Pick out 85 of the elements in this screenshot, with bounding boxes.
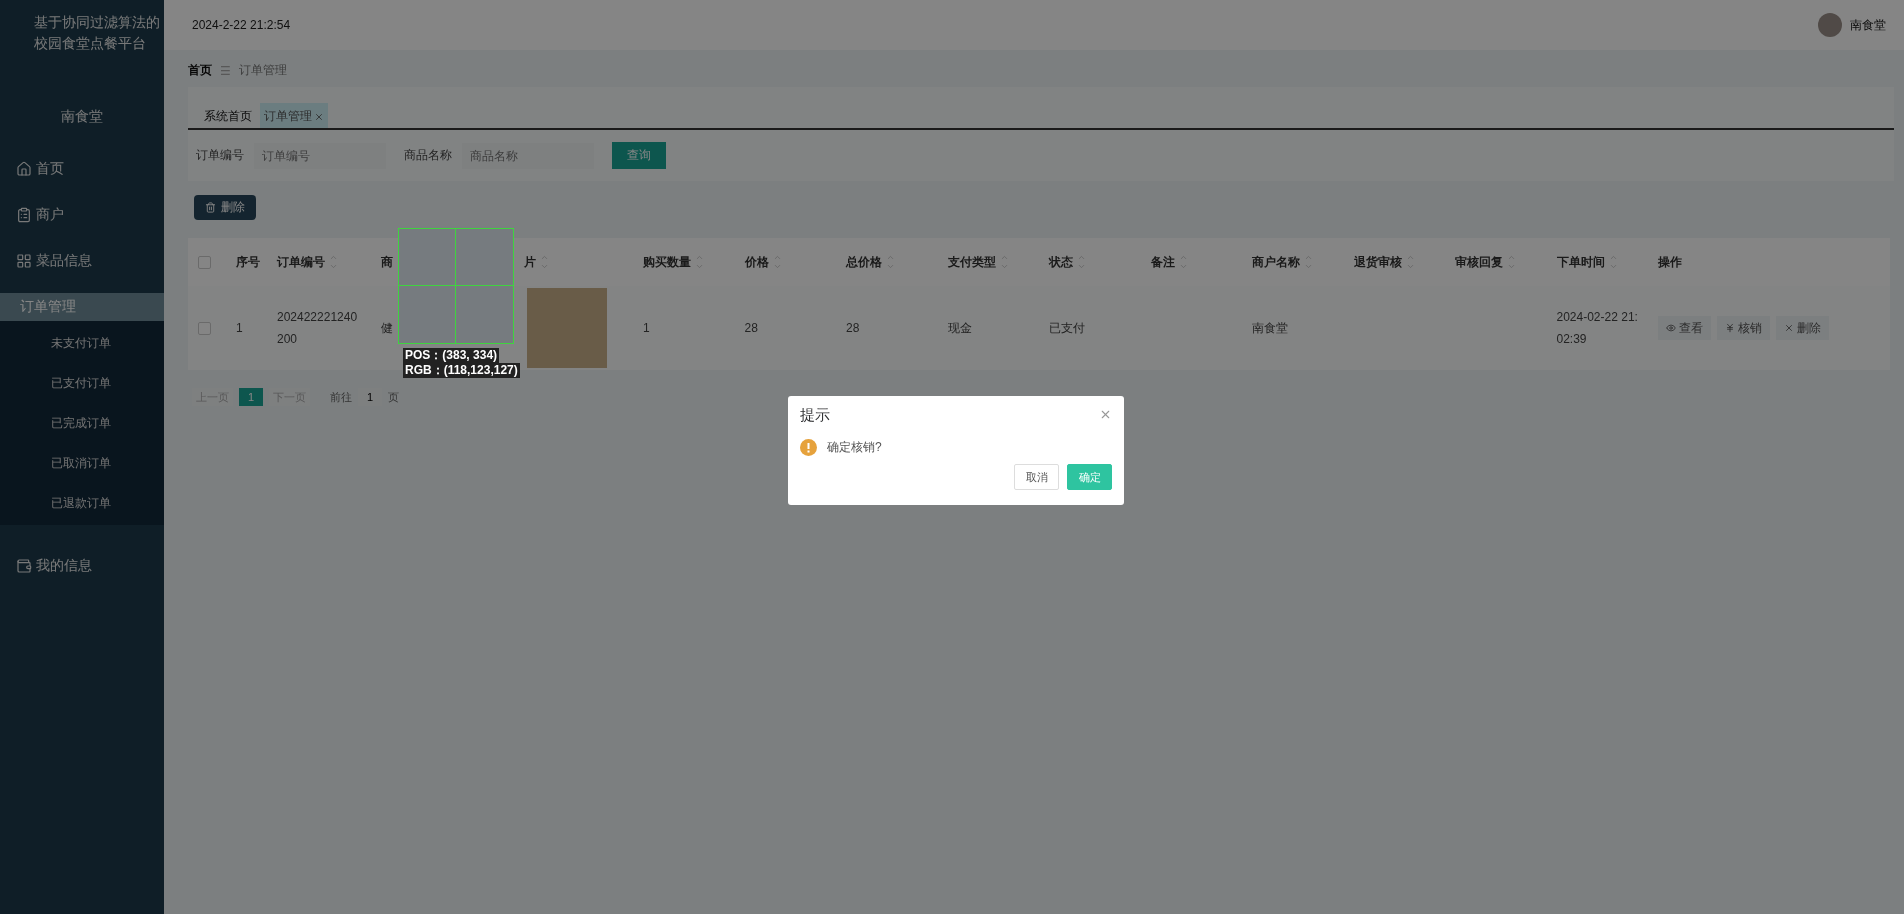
table-cell-text: 健	[381, 320, 393, 337]
page-suffix: 页	[388, 389, 399, 405]
sort-icon[interactable]	[695, 253, 704, 271]
table-cell-text: 现金	[947, 320, 972, 337]
user-name: 南食堂	[1850, 16, 1886, 34]
shop-name: 南食堂	[60, 107, 104, 126]
sort-icon[interactable]	[1405, 253, 1415, 271]
breadcrumb-separator: ☰	[220, 63, 231, 78]
sort-icon[interactable]	[886, 253, 895, 271]
breadcrumb-item[interactable]: 首页	[188, 62, 212, 79]
eye-icon	[1666, 323, 1676, 333]
tab[interactable]: 系统首页	[200, 103, 256, 128]
table-cell-text: 2024-02-22 21:02:39	[1556, 309, 1638, 348]
menu-item[interactable]: 首页	[0, 155, 164, 183]
menu-item[interactable]: 菜品信息	[0, 247, 164, 275]
sort-icon[interactable]	[1608, 253, 1618, 271]
color-readout: RGB：(118,123,127)	[403, 363, 520, 378]
cancel-button[interactable]: 取消	[1014, 464, 1059, 490]
column-header: 备注	[1150, 253, 1175, 271]
action-button[interactable]: 核销	[1717, 316, 1770, 340]
action-button[interactable]: 查看	[1658, 316, 1711, 340]
home-icon	[16, 161, 32, 177]
submenu-item[interactable]: 已完成订单	[0, 403, 164, 443]
column-header: 退货审核	[1353, 253, 1402, 271]
column-header: 商	[381, 253, 393, 271]
column-header: 审核回复	[1455, 253, 1503, 271]
table-cell-text: 28	[846, 320, 860, 337]
dialog-message: 确定核销?	[827, 439, 882, 456]
submenu-item[interactable]: 已退款订单	[0, 483, 164, 523]
table-cell-text: 1	[236, 320, 243, 337]
column-header: 价格	[744, 253, 769, 271]
submenu-item[interactable]: 未支付订单	[0, 323, 164, 363]
checkbox[interactable]	[198, 321, 211, 335]
table-cell-text: 1	[643, 320, 650, 337]
close-icon	[1784, 323, 1794, 333]
date-time: 2024-2-22 21:2:54	[192, 18, 291, 32]
sort-icon[interactable]	[1178, 253, 1188, 271]
trash-icon	[205, 202, 216, 213]
submenu-item[interactable]: 已支付订单	[0, 363, 164, 403]
grid-icon	[16, 253, 32, 269]
column-header: 支付类型	[947, 253, 996, 271]
column-header: 片	[524, 253, 536, 271]
column-header: 订单编号	[277, 253, 325, 271]
position-readout: POS：(383, 334)	[403, 348, 500, 363]
query-button[interactable]: 查询	[612, 142, 666, 169]
submenu-item[interactable]: 已取消订单	[0, 443, 164, 483]
checkbox[interactable]	[198, 255, 211, 269]
wallet-icon	[16, 558, 32, 574]
column-header: 购买数量	[643, 253, 691, 271]
sort-icon[interactable]	[1077, 253, 1086, 271]
column-header: 状态	[1049, 253, 1073, 271]
field-label: 商品名称	[404, 147, 452, 164]
close-icon[interactable]	[314, 111, 324, 122]
sort-icon[interactable]	[329, 253, 338, 271]
sort-icon[interactable]	[540, 253, 549, 271]
warning-icon	[800, 439, 817, 456]
sort-icon[interactable]	[772, 253, 782, 271]
clipboard-icon	[16, 207, 32, 223]
menu-item[interactable]: 商户	[0, 201, 164, 229]
menu-item[interactable]: 我的信息	[0, 552, 164, 580]
table-cell-text: 202422221240200	[277, 309, 359, 348]
avatar[interactable]	[1818, 13, 1842, 37]
breadcrumb-item: 订单管理	[238, 62, 287, 79]
column-header: 序号	[236, 253, 260, 271]
sort-icon[interactable]	[999, 253, 1009, 271]
column-header: 下单时间	[1556, 253, 1605, 271]
dialog-title: 提示	[800, 406, 830, 425]
column-header: 总价格	[846, 253, 882, 271]
table-cell-text: 已支付	[1049, 320, 1085, 337]
table-cell-text: 南食堂	[1252, 320, 1288, 337]
menu-item[interactable]: 订单管理	[0, 293, 164, 321]
column-header: 操作	[1658, 253, 1682, 271]
tab[interactable]: 订单管理	[260, 103, 328, 128]
table-cell-text: 28	[744, 320, 758, 337]
yen-icon	[1725, 323, 1735, 333]
field-label: 订单编号	[196, 147, 244, 164]
column-header: 商户名称	[1252, 253, 1300, 271]
delete-button[interactable]: 删除	[194, 195, 256, 220]
confirm-button[interactable]: 确定	[1067, 464, 1112, 490]
page-button[interactable]: 1	[239, 388, 263, 406]
goto-label: 前往	[330, 389, 352, 405]
sort-icon[interactable]	[1507, 253, 1516, 271]
sort-icon[interactable]	[1304, 253, 1313, 271]
action-button[interactable]: 删除	[1776, 316, 1829, 340]
app-title: 基于协同过滤算法的校园食堂点餐平台	[33, 14, 161, 53]
